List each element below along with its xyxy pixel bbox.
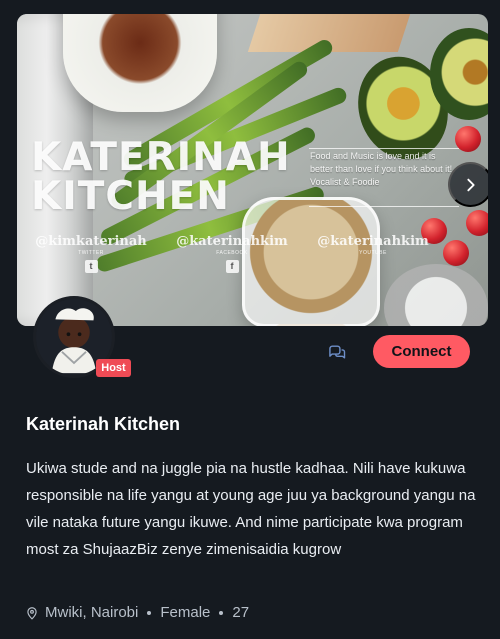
social-platform-label: YOUTUBE <box>359 250 387 256</box>
salad-bowl <box>63 14 217 112</box>
facebook-icon: f <box>225 260 239 273</box>
profile-location: Mwiki, Nairobi <box>45 604 139 621</box>
tomato <box>443 240 469 266</box>
profile-name: Katerinah Kitchen <box>26 414 181 434</box>
social-platform-label: TWITTER <box>78 250 104 256</box>
profile-banner-image: KATERINAH KITCHEN Food and Music is love… <box>17 14 488 326</box>
banner-next-button[interactable] <box>448 162 488 207</box>
location-pin-icon <box>27 607 37 620</box>
banner-divider <box>309 206 459 207</box>
social-handle-twitter: @kimkaterinah TWITTER t <box>26 234 156 274</box>
banner-description: Food and Music is love and it is better … <box>310 151 453 187</box>
chat-icon[interactable] <box>327 342 347 362</box>
profile-card: KATERINAH KITCHEN Food and Music is love… <box>0 0 500 639</box>
profile-bio: Ukiwa stude and na juggle pia na hustle … <box>26 460 476 558</box>
host-badge: Host <box>96 359 131 377</box>
banner-title: KATERINAH KITCHEN <box>31 135 291 219</box>
profile-gender: Female <box>160 604 211 621</box>
twitter-icon: t <box>84 260 98 273</box>
profile-age: 27 <box>232 604 250 621</box>
social-handle-facebook: @katerinahkim FACEBOOK f <box>167 234 297 274</box>
profile-meta: Mwiki, Nairobi Female 27 <box>25 603 249 623</box>
social-handle-text: @katerinahkim <box>317 234 429 249</box>
tomato <box>466 210 488 236</box>
chat-bubble-icon <box>329 345 346 359</box>
meta-separator <box>219 611 224 615</box>
meta-separator <box>147 611 152 615</box>
chevron-right-icon <box>466 178 475 191</box>
social-handle-text: @katerinahkim <box>176 234 288 249</box>
connect-button[interactable]: Connect <box>373 335 470 368</box>
jar-lid <box>384 264 488 326</box>
banner-divider <box>309 148 459 149</box>
social-handle-youtube: @katerinahkim YOUTUBE <box>308 234 438 256</box>
social-platform-label: FACEBOOK <box>216 250 248 256</box>
social-handle-text: @kimkaterinah <box>35 234 147 249</box>
